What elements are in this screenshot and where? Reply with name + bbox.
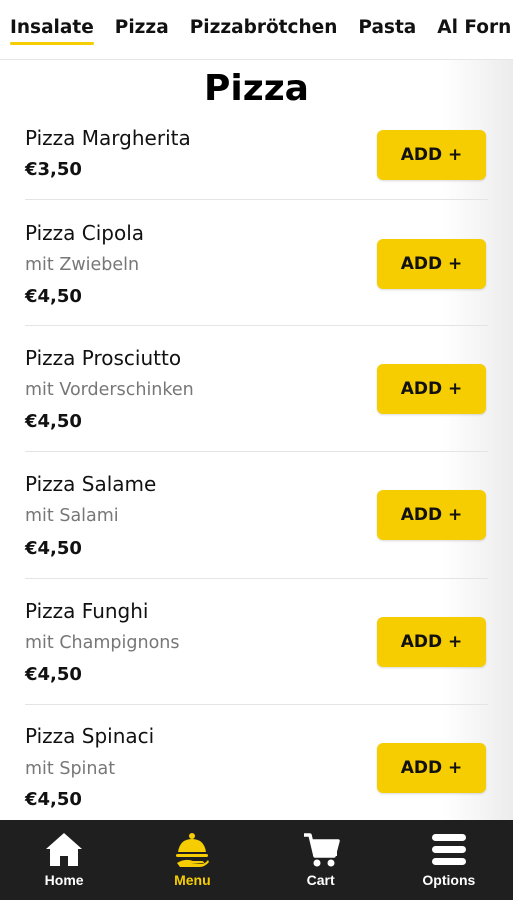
add-button[interactable]: ADD + — [377, 743, 486, 793]
item-name: Pizza Prosciutto — [25, 346, 182, 370]
item-price: €4,50 — [25, 789, 82, 810]
add-button[interactable]: ADD + — [377, 617, 486, 667]
nav-label: Home — [44, 872, 84, 888]
options-icon — [431, 834, 466, 865]
item-price: €4,50 — [25, 538, 82, 559]
category-tabs: Insalate Pizza Pizzabrötchen Pasta Al Fo… — [0, 0, 513, 60]
page-title: Pizza — [204, 68, 309, 109]
nav-cart[interactable]: Cart — [257, 820, 385, 900]
item-price: €4,50 — [25, 411, 82, 432]
menu-item: Pizza Cipola mit Zwiebeln €4,50 ADD + — [25, 200, 488, 326]
tab-pasta[interactable]: Pasta — [358, 17, 416, 42]
tab-al-forno[interactable]: Al Forn — [437, 17, 511, 42]
nav-label: Cart — [306, 872, 335, 888]
item-description: mit Zwiebeln — [25, 255, 140, 275]
nav-menu[interactable]: Menu — [128, 820, 256, 900]
bottom-nav: Home Menu Cart Options — [0, 820, 513, 900]
menu-cloche-icon — [176, 833, 210, 867]
item-price: €4,50 — [25, 286, 82, 307]
item-name: Pizza Margherita — [25, 126, 191, 150]
add-button[interactable]: ADD + — [377, 364, 486, 414]
menu-item: Pizza Salame mit Salami €4,50 ADD + — [25, 452, 488, 579]
cart-icon — [303, 833, 340, 867]
item-name: Pizza Salame — [25, 472, 157, 496]
item-name: Pizza Cipola — [25, 221, 145, 245]
item-description: mit Champignons — [25, 633, 180, 653]
add-button[interactable]: ADD + — [377, 490, 486, 540]
item-name: Pizza Spinaci — [25, 724, 155, 748]
nav-home[interactable]: Home — [0, 820, 128, 900]
item-name: Pizza Funghi — [25, 599, 149, 623]
nav-options[interactable]: Options — [385, 820, 513, 900]
add-button[interactable]: ADD + — [377, 239, 486, 289]
nav-label: Menu — [174, 872, 211, 888]
menu-item: Pizza Margherita €3,50 ADD + — [25, 126, 488, 200]
item-description: mit Spinat — [25, 759, 116, 779]
item-price: €4,50 — [25, 664, 82, 685]
item-price: €3,50 — [25, 159, 82, 180]
item-description: mit Salami — [25, 506, 119, 526]
menu-item: Pizza Prosciutto mit Vorderschinken €4,5… — [25, 326, 488, 452]
menu-item: Pizza Funghi mit Champignons €4,50 ADD + — [25, 579, 488, 705]
tab-insalate[interactable]: Insalate — [10, 17, 94, 45]
nav-label: Options — [422, 872, 476, 888]
add-button[interactable]: ADD + — [377, 130, 486, 180]
tab-pizza[interactable]: Pizza — [115, 17, 169, 42]
home-icon — [46, 833, 83, 866]
menu-item: Pizza Spinaci mit Spinat €4,50 ADD + — [25, 705, 488, 820]
item-description: mit Vorderschinken — [25, 380, 194, 400]
tab-pizzabroetchen[interactable]: Pizzabrötchen — [190, 17, 338, 42]
